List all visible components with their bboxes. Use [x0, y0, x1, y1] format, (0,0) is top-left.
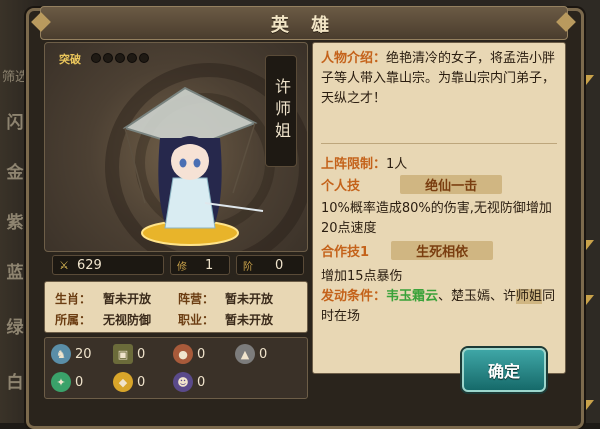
cultivation-value: 1	[205, 257, 214, 273]
resource-value: 0	[197, 346, 206, 362]
resource-item[interactable]: ◆ 0	[113, 372, 145, 392]
shield-icon: ◆	[113, 372, 133, 392]
zodiac-value: 暂未开放	[103, 292, 152, 306]
camp-label: 阵营：	[178, 292, 215, 306]
rank-value: 0	[275, 257, 284, 273]
skill-name: 绝仙一击	[400, 175, 503, 194]
combo-name: 生死相依	[391, 241, 494, 260]
resources-box: ♞ 20 ▣ 0 ● 0 ▲ 0 ✦ 0 ◆ 0 ☻ 0	[44, 337, 308, 399]
spirit-icon: ✦	[51, 372, 71, 392]
resource-item[interactable]: ● 0	[173, 344, 205, 364]
hero-name: 许师姐	[265, 55, 297, 167]
resource-value: 0	[197, 374, 206, 390]
gourd-icon: ●	[173, 344, 193, 364]
cultivation-stat: 修 1	[170, 255, 230, 275]
breakthrough-label: 突破	[59, 53, 81, 66]
combo-desc: 增加15点暴伤	[321, 269, 403, 284]
crossed-swords-icon: ⚔	[59, 258, 69, 272]
trigger-label: 发动条件：	[321, 289, 387, 304]
breakthrough-dot	[91, 53, 101, 63]
trigger-row: 发动条件：韦玉霜云、楚玉嫣、许师姐同时在场	[321, 287, 557, 327]
resource-value: 20	[75, 346, 92, 362]
camp-value: 暂未开放	[225, 292, 274, 306]
power-value: 629	[77, 257, 102, 273]
bell-icon: ▲	[235, 344, 255, 364]
job-label: 职业：	[178, 313, 215, 327]
resource-item[interactable]: ▲ 0	[235, 344, 267, 364]
limit-row: 上阵限制：1人	[321, 153, 407, 172]
intro-section: 人物介绍：绝艳清冷的女子，将孟浩小胖子等人带入靠山宗。为靠山宗内门弟子，天纵之才…	[321, 49, 557, 109]
resource-value: 0	[137, 374, 146, 390]
title-bar: 英 雄	[40, 6, 568, 40]
breakthrough-dots	[91, 53, 149, 63]
faction-value: 无视防御	[103, 313, 152, 327]
horse-icon: ♞	[51, 344, 71, 364]
breakthrough-dot	[139, 53, 149, 63]
dialog-title: 英 雄	[270, 15, 338, 36]
rank-stat: 阶 0	[236, 255, 304, 275]
cultivation-label: 修	[177, 261, 187, 273]
breakthrough-dot	[103, 53, 113, 63]
rank-label: 阶	[243, 261, 253, 273]
power-stat: ⚔ 629	[52, 255, 164, 275]
breakthrough-dot	[115, 53, 125, 63]
armor-icon: ▣	[113, 344, 133, 364]
resource-value: 0	[259, 346, 268, 362]
trigger-hero-green: 韦玉霜云	[386, 289, 439, 304]
faction-label: 所属：	[55, 313, 92, 327]
confirm-button[interactable]: 确定	[462, 348, 546, 392]
hero-character-image[interactable]	[115, 83, 265, 248]
resource-item[interactable]: ♞ 20	[51, 344, 92, 364]
combo-row: 合作技1 生死相依	[321, 241, 557, 260]
limit-label: 上阵限制：	[321, 157, 387, 172]
trigger-hero-highlight: 师姐	[516, 289, 543, 304]
skill-row: 个人技 绝仙一击	[321, 175, 557, 194]
combo-label: 合作技1	[321, 245, 370, 260]
resource-value: 0	[75, 374, 84, 390]
breakthrough-dot	[127, 53, 137, 63]
skill-desc: 10%概率造成80%的伤害,无视防御增加20点速度	[321, 201, 552, 236]
skill-label: 个人技	[321, 179, 361, 194]
trigger-text: 、楚玉嫣、许	[438, 289, 517, 304]
hero-details-pane: 人物介绍：绝艳清冷的女子，将孟浩小胖子等人带入靠山宗。为靠山宗内门弟子，天纵之才…	[312, 42, 566, 374]
portrait-icon: ☻	[173, 372, 193, 392]
resource-value: 0	[137, 346, 146, 362]
hero-attributes-box: 生肖： 暂未开放 阵营： 暂未开放 所属： 无视防御 职业： 暂未开放	[44, 281, 308, 333]
limit-value: 1人	[386, 157, 408, 172]
zodiac-label: 生肖：	[55, 292, 92, 306]
resource-item[interactable]: ✦ 0	[51, 372, 83, 392]
intro-label: 人物介绍：	[321, 51, 387, 66]
divider	[321, 143, 557, 144]
job-value: 暂未开放	[225, 313, 274, 327]
resource-item[interactable]: ▣ 0	[113, 344, 145, 364]
hero-portrait-pane: 突破 许师姐	[44, 42, 308, 252]
resource-item[interactable]: ☻ 0	[173, 372, 205, 392]
